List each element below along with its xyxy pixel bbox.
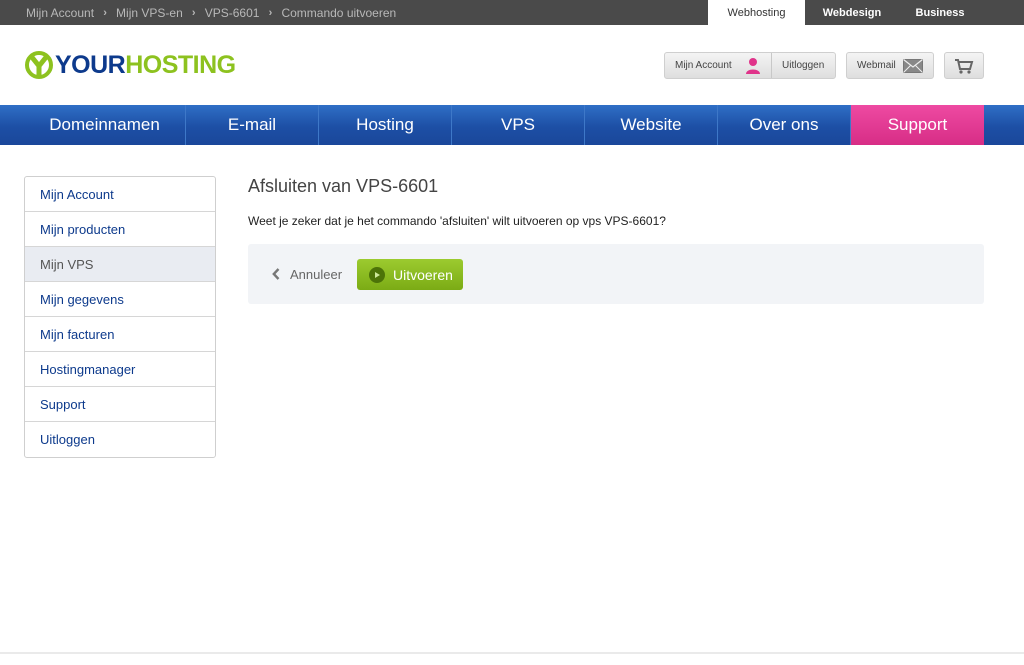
envelope-icon (903, 58, 923, 73)
nav-domeinnamen[interactable]: Domeinnamen (24, 105, 186, 145)
sidebar-item-mijn-account[interactable]: Mijn Account (25, 177, 215, 212)
logout-label: Uitloggen (782, 60, 825, 71)
shopping-cart-icon (955, 58, 974, 74)
sidebar-item-mijn-facturen[interactable]: Mijn facturen (25, 317, 215, 352)
webmail-label: Webmail (857, 60, 896, 71)
sidebar-item-mijn-vps[interactable]: Mijn VPS (25, 247, 215, 282)
my-account-button[interactable]: Mijn Account (665, 53, 772, 78)
sidebar-item-uitloggen[interactable]: Uitloggen (25, 422, 215, 457)
breadcrumb-item-mijn-vps-en[interactable]: Mijn VPS-en (116, 6, 183, 20)
nav-hosting[interactable]: Hosting (319, 105, 452, 145)
breadcrumb-separator-icon: › (268, 6, 273, 19)
my-account-label: Mijn Account (675, 60, 732, 71)
webmail-button[interactable]: Webmail (846, 52, 934, 79)
breadcrumb-separator-icon: › (103, 6, 107, 19)
breadcrumb: Mijn Account › Mijn VPS-en › VPS-6601 › … (26, 0, 396, 25)
logo-text: YOURHOSTING (55, 51, 236, 80)
confirmation-question: Weet je zeker dat je het commando 'afslu… (248, 214, 666, 228)
y-logo-icon (25, 51, 53, 79)
cart-button[interactable] (944, 52, 984, 79)
tab-business[interactable]: Business (899, 0, 981, 25)
sidebar-item-support[interactable]: Support (25, 387, 215, 422)
breadcrumb-item-vps[interactable]: VPS-6601 (205, 6, 260, 20)
execute-label: Uitvoeren (393, 266, 453, 283)
breadcrumb-item-mijn-account[interactable]: Mijn Account (26, 6, 94, 20)
nav-over-ons[interactable]: Over ons (718, 105, 851, 145)
top-bar: Mijn Account › Mijn VPS-en › VPS-6601 › … (0, 0, 1024, 25)
sidebar-item-mijn-producten[interactable]: Mijn producten (25, 212, 215, 247)
page-title: Afsluiten van VPS-6601 (248, 176, 439, 196)
tab-webdesign[interactable]: Webdesign (805, 0, 899, 25)
main-navigation: Domeinnamen E-mail Hosting VPS Website O… (0, 105, 1024, 145)
logo-text-hosting: HOSTING (125, 50, 236, 79)
action-panel: Annuleer Uitvoeren (248, 244, 984, 304)
user-icon (746, 57, 760, 74)
breadcrumb-item-current: Commando uitvoeren (281, 5, 397, 20)
cancel-label: Annuleer (290, 266, 343, 282)
logo[interactable]: YOURHOSTING (24, 50, 236, 80)
nav-email[interactable]: E-mail (186, 105, 319, 145)
breadcrumb-separator-icon: › (191, 6, 196, 19)
logo-text-your: YOUR (55, 50, 126, 79)
logout-button[interactable]: Uitloggen (772, 53, 834, 78)
site-tabs: Webhosting Webdesign Business (708, 0, 981, 25)
cancel-button[interactable]: Annuleer (272, 264, 342, 284)
nav-website[interactable]: Website (585, 105, 718, 145)
footer-divider (0, 652, 1024, 654)
tab-webhosting[interactable]: Webhosting (708, 0, 805, 25)
execute-button[interactable]: Uitvoeren (357, 259, 463, 290)
sidebar: Mijn Account Mijn producten Mijn VPS Mij… (24, 176, 216, 458)
nav-vps[interactable]: VPS (452, 105, 585, 145)
nav-support[interactable]: Support (851, 105, 984, 145)
sidebar-item-mijn-gegevens[interactable]: Mijn gegevens (25, 282, 215, 317)
play-icon (369, 266, 385, 283)
sidebar-item-hostingmanager[interactable]: Hostingmanager (25, 352, 215, 387)
chevron-left-icon (272, 268, 280, 280)
account-button-group: Mijn Account Uitloggen (664, 52, 836, 79)
